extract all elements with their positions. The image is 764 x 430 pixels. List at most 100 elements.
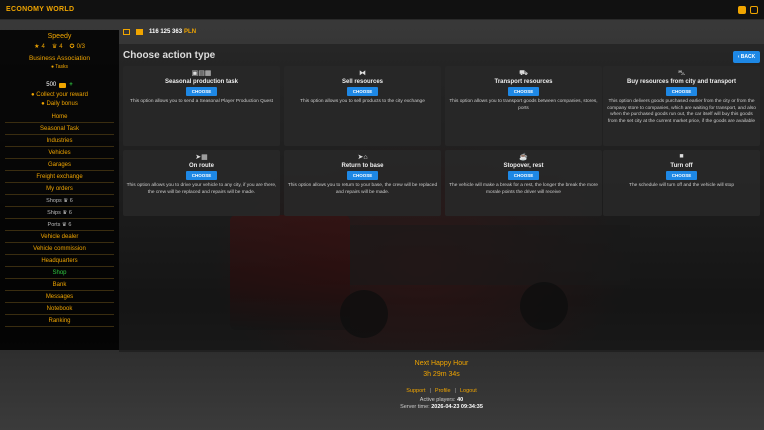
menu-item-messages[interactable]: Messages	[5, 291, 114, 303]
card-desc: This option allows you to return to your…	[287, 183, 438, 195]
sidebar: Speedy ★ 4 ♛ 4 ✪ 0/3 Business Association ●…	[0, 30, 119, 350]
ports-label: Ports	[47, 222, 61, 228]
choose-button[interactable]: CHOOSE	[507, 171, 540, 180]
separator: |	[429, 388, 431, 394]
menu-item-vehicles[interactable]: Vehicles	[5, 147, 114, 159]
menu-item-shop[interactable]: Shop	[5, 267, 114, 279]
logout-link[interactable]: Logout	[460, 388, 477, 394]
card-title: On route	[189, 163, 214, 169]
tasks-link[interactable]: ● Tasks	[0, 64, 119, 70]
route-icon: ➤⌂	[357, 154, 368, 161]
dolly-icon: ⛟	[519, 70, 528, 77]
menu-item-industries[interactable]: Industries	[5, 135, 114, 147]
choose-button[interactable]: CHOOSE	[346, 171, 379, 180]
association-name[interactable]: Business Association	[0, 55, 119, 62]
choose-button[interactable]: CHOOSE	[185, 87, 218, 96]
wallet-icon[interactable]	[136, 29, 143, 35]
card-sell-resources: ⧓ Sell resources CHOOSE This option allo…	[284, 66, 441, 146]
choose-button[interactable]: CHOOSE	[507, 87, 540, 96]
card-desc: This option allows you to drive your veh…	[126, 183, 277, 195]
menu-item-garages[interactable]: Garages	[5, 159, 114, 171]
player-name[interactable]: Speedy	[0, 33, 119, 40]
menu-item-ranking[interactable]: Ranking	[5, 315, 114, 327]
server-time: Server time: 2026-04-23 09:34:35	[119, 404, 764, 410]
shops-label: Shops	[46, 198, 62, 204]
menu-item-ports[interactable]: Ports ♛ 6	[5, 219, 114, 231]
language-icon[interactable]	[738, 5, 746, 14]
card-stopover-rest: ☕ Stopover, rest CHOOSE The vehicle will…	[445, 150, 602, 216]
main-menu: Home Seasonal Task Industries Vehicles G…	[0, 111, 119, 327]
daily-bonus-link[interactable]: ● Daily bonus	[0, 101, 119, 107]
top-bar: ECONOMY WORLD	[0, 0, 764, 20]
chart-icon[interactable]	[123, 29, 130, 35]
support-link[interactable]: Support	[406, 388, 425, 394]
card-title: Return to base	[341, 163, 384, 169]
menu-item-notebook[interactable]: Notebook	[5, 303, 114, 315]
choose-button[interactable]: CHOOSE	[185, 171, 218, 180]
reward-label: Collect your reward	[36, 92, 88, 98]
crown-icon: ♛	[61, 222, 67, 228]
crown-icon: ♛	[63, 198, 69, 204]
balance: 500 +	[0, 82, 119, 88]
stop-icon: ■	[679, 153, 684, 160]
truck-icon: ➤▦	[195, 154, 208, 161]
card-desc: This option allows you to transport good…	[449, 99, 598, 111]
toggle-icon[interactable]	[750, 5, 758, 14]
coffee-icon: ☕	[519, 154, 528, 161]
collect-reward-link[interactable]: ● Collect your reward	[0, 92, 119, 98]
tasks-icon: ▣▤▦	[191, 70, 212, 77]
trophy-icon: ✪	[69, 44, 75, 50]
crown-icon: ♛	[51, 44, 58, 50]
choose-button[interactable]: CHOOSE	[665, 87, 698, 96]
menu-item-shops[interactable]: Shops ♛ 6	[5, 195, 114, 207]
choose-button[interactable]: CHOOSE	[665, 171, 698, 180]
happy-hour-countdown: 3h 29m 34s	[423, 371, 460, 378]
server-time-value: 2026-04-23 09:34:35	[431, 404, 483, 410]
separator: |	[454, 388, 456, 394]
bonus-label: Daily bonus	[46, 101, 78, 107]
card-title: Sell resources	[341, 79, 384, 85]
menu-item-headquarters[interactable]: Headquarters	[5, 255, 114, 267]
card-title: Turn off	[670, 163, 693, 169]
footer: Next Happy Hour 3h 29m 34s Support | Profi…	[119, 360, 764, 410]
info-row: 116 125 363 PLN	[123, 29, 196, 35]
ships-count: 6	[68, 210, 72, 216]
card-title: Buy resources from city and transport	[626, 79, 737, 85]
back-button[interactable]: ‹ BACK	[733, 51, 760, 63]
bell-icon: ●	[41, 101, 45, 107]
menu-item-vehicle-commission[interactable]: Vehicle commission	[5, 243, 114, 255]
menu-item-vehicle-dealer[interactable]: Vehicle dealer	[5, 231, 114, 243]
card-buy-resources: ⛍ Buy resources from city and transport …	[603, 66, 760, 146]
card-on-route: ➤▦ On route CHOOSE This option allows yo…	[123, 150, 280, 216]
star-icon: ★	[34, 44, 40, 50]
card-title: Transport resources	[494, 79, 553, 85]
menu-item-freight-exchange[interactable]: Freight exchange	[5, 171, 114, 183]
menu-item-home[interactable]: Home	[5, 111, 114, 123]
active-players-value: 40	[457, 397, 464, 403]
app-title[interactable]: ECONOMY WORLD	[6, 6, 74, 13]
choose-button[interactable]: CHOOSE	[346, 87, 379, 96]
card-desc: This option allows you to sell products …	[300, 99, 425, 104]
card-title: Seasonal production task	[164, 79, 239, 85]
gift-icon: ●	[31, 92, 35, 98]
menu-item-bank[interactable]: Bank	[5, 279, 114, 291]
tasks-label: Tasks	[55, 64, 69, 70]
footer-links: Support | Profile | Logout	[119, 388, 764, 394]
menu-item-my-orders[interactable]: My orders	[5, 183, 114, 195]
server-time-label: Server time:	[400, 404, 430, 410]
add-funds-icon[interactable]: +	[69, 82, 73, 88]
profile-link[interactable]: Profile	[435, 388, 451, 394]
stat-level: 4	[41, 43, 45, 50]
menu-item-ships[interactable]: Ships ♛ 6	[5, 207, 114, 219]
active-players-label: Active players:	[419, 397, 456, 403]
card-desc: The vehicle will make a break for a rest…	[449, 183, 598, 195]
coin-icon	[59, 82, 67, 88]
page-title: Choose action type	[123, 50, 216, 61]
menu-item-seasonal-task[interactable]: Seasonal Task	[5, 123, 114, 135]
currency: PLN	[184, 29, 197, 35]
card-return-to-base: ➤⌂ Return to base CHOOSE This option all…	[284, 150, 441, 216]
card-seasonal-production-task: ▣▤▦ Seasonal production task CHOOSE This…	[123, 66, 280, 146]
player-stats: ★ 4 ♛ 4 ✪ 0/3	[0, 43, 119, 51]
active-players: Active players: 40	[119, 397, 764, 403]
cart-icon: ⛍	[677, 70, 686, 77]
